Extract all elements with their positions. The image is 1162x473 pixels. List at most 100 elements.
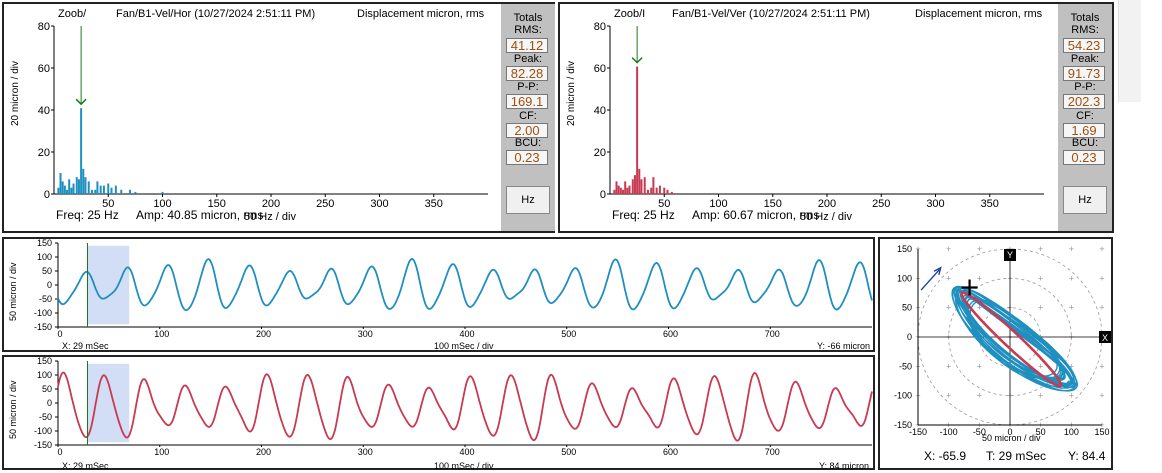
spectrum-bar: [633, 175, 636, 194]
spectrum-bar: [66, 189, 69, 194]
y-cursor-readout: Y: 84 micron: [819, 461, 870, 471]
selection-highlight: [87, 363, 130, 443]
spectrum-panel-vertical: Zoob/I Fan/B1-Vel/Ver (10/27/2024 2:51:1…: [558, 2, 1114, 233]
waveform-plot[interactable]: 150100500-50-100-1500 100 200 300 400 500 600 7…: [4, 239, 873, 339]
peak-value: 82.28: [506, 66, 548, 81]
grid-marker: +: [1069, 273, 1074, 283]
x-cursor-readout: X: 29 mSec: [62, 461, 109, 471]
spectrum-bar: [626, 187, 629, 194]
bcu-value: 0.23: [506, 150, 548, 165]
orbit-plot[interactable]: ++++++++++++++++++++++++++++++++++++++++…: [880, 239, 1111, 449]
orbit-trace: [951, 285, 1079, 392]
y-tick-label: 150: [897, 244, 912, 254]
orbit-panel: ++++++++++++++++++++++++++++++++++++++++…: [878, 237, 1113, 470]
totals-header: Totals: [513, 12, 543, 24]
grid-marker: +: [946, 303, 951, 313]
waveform-trace: [57, 257, 873, 312]
x-tick-label: 250: [316, 198, 334, 210]
grid-marker: +: [1099, 303, 1104, 313]
x-tick-label: 600: [663, 329, 678, 339]
spectrum-bar: [84, 177, 87, 194]
x-tick-label: 500: [561, 447, 576, 457]
freq-readout: Freq: 25 Hz: [56, 208, 119, 222]
spectrum-bar: [628, 185, 631, 194]
y-tick-label: -50: [899, 361, 912, 371]
spectrum-panel-horizontal: Zoob/ Fan/B1-Vel/Hor (10/27/2024 2:51:11…: [2, 2, 555, 233]
grid-marker: +: [1038, 391, 1043, 401]
y-tick-label: -150: [34, 322, 52, 332]
x-tick-label: -150: [909, 427, 927, 437]
pp-value: 202.3: [1063, 94, 1105, 109]
grid-marker: +: [1099, 361, 1104, 371]
peak-label: Peak:: [513, 53, 543, 65]
y-tick-label: 50: [42, 384, 52, 394]
hz-units-button[interactable]: Hz: [506, 186, 550, 214]
waveform-plot[interactable]: 150100500-50-100-1500 100 200 300 400 500 600 7…: [4, 357, 873, 457]
x-cursor-readout: X: 29 mSec: [62, 341, 109, 351]
spectrum-bar: [613, 189, 616, 194]
spectrum-bar: [643, 177, 646, 194]
pp-label: P-P:: [517, 81, 539, 93]
grid-marker: +: [946, 361, 951, 371]
cf-value: 2.00: [506, 123, 548, 138]
totals-panel: Totals RMS: 41.12 Peak: 82.28 P-P: 169.1…: [501, 4, 555, 231]
y-tick-label: 50: [902, 303, 912, 313]
spectrum-bar: [70, 187, 73, 194]
waveform-panel-horizontal: 50 micron / div 150 100 50 0 -50 -100 -150 0 100…: [2, 237, 875, 352]
spectrum-bar: [94, 189, 97, 194]
x-tick-label: 0: [57, 329, 62, 339]
grid-marker: +: [1099, 391, 1104, 401]
spectrum-bar: [161, 191, 164, 194]
spectrum-bar: [617, 185, 620, 194]
y-tick-label: 100: [37, 370, 52, 380]
spectrum-bar: [120, 189, 123, 194]
spectrum-bar: [96, 181, 99, 194]
hz-units-button[interactable]: Hz: [1063, 186, 1107, 214]
grid-marker: +: [1069, 244, 1074, 254]
window-scrollbar[interactable]: [1118, 0, 1141, 102]
y-tick-label: -50: [39, 294, 52, 304]
y-tick-label: 50: [42, 266, 52, 276]
spectrum-bar: [638, 168, 641, 194]
rms-label: RMS:: [514, 24, 542, 36]
grid-marker: +: [977, 273, 982, 283]
y-tick-label: -100: [894, 391, 912, 401]
grid-marker: +: [1099, 244, 1104, 254]
x-tick-label: -100: [940, 427, 958, 437]
y-tick-label: 150: [37, 239, 52, 248]
time-cursor-readout: T: 29 mSec: [986, 449, 1047, 463]
grid-marker: +: [1038, 273, 1043, 283]
x-tick-label: 300: [358, 447, 373, 457]
y-tick-label: 60: [38, 63, 50, 75]
cf-value: 1.69: [1063, 123, 1105, 138]
cf-label: CF:: [1076, 110, 1094, 122]
spectrum-plot[interactable]: 80604020050 100 150 200 250 300 350: [560, 4, 1060, 214]
spectrum-bar: [63, 185, 66, 194]
x-tick-label: 200: [256, 329, 271, 339]
x-tick-label: 0: [57, 447, 62, 457]
spectrum-bar: [72, 183, 75, 194]
spectrum-bar: [75, 177, 78, 194]
bcu-label: BCU:: [1071, 137, 1099, 149]
y-tick-label: 60: [594, 63, 606, 75]
y-tick-label: 20: [594, 147, 606, 159]
spectrum-bar: [636, 66, 639, 194]
spectrum-bar: [619, 187, 622, 194]
spectrum-plot[interactable]: 80604020050 100 150 200 250 300 350: [4, 4, 504, 214]
spectrum-bar: [82, 168, 85, 194]
spectrum-bar: [128, 189, 131, 194]
y-tick-label: 0: [47, 398, 52, 408]
bcu-label: BCU:: [514, 137, 542, 149]
grid-marker: +: [1099, 273, 1104, 283]
spectrum-bar: [652, 177, 655, 194]
x-tick-label: 300: [358, 329, 373, 339]
cf-label: CF:: [519, 110, 537, 122]
grid-marker: +: [946, 244, 951, 254]
x-tick-label: 400: [459, 447, 474, 457]
spectrum-bar: [99, 185, 102, 194]
spectrum-bar: [114, 185, 117, 194]
grid-marker: +: [1069, 303, 1074, 313]
grid-marker: +: [977, 361, 982, 371]
x-tick-label: 100: [154, 329, 169, 339]
x-tick-label: 400: [459, 329, 474, 339]
